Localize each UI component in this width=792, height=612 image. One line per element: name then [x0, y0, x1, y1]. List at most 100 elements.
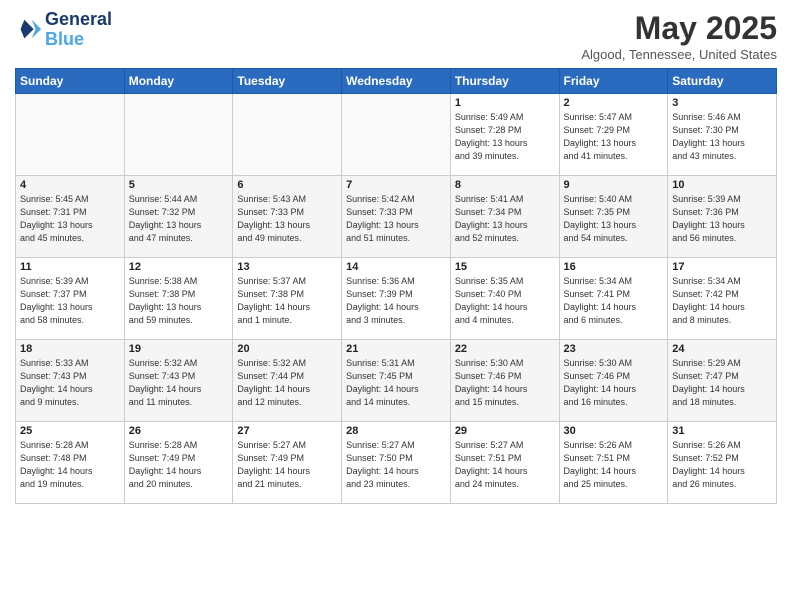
day-info: Sunrise: 5:28 AM Sunset: 7:49 PM Dayligh…	[129, 439, 229, 491]
calendar-day: 31 Sunrise: 5:26 AM Sunset: 7:52 PM Dayli…	[668, 422, 777, 504]
day-info: Sunrise: 5:29 AM Sunset: 7:47 PM Dayligh…	[672, 357, 772, 409]
weekday-header-sunday: Sunday	[16, 69, 125, 94]
day-number: 26	[129, 425, 229, 437]
day-info: Sunrise: 5:49 AM Sunset: 7:28 PM Dayligh…	[455, 111, 555, 163]
day-number: 6	[237, 179, 337, 191]
day-info: Sunrise: 5:37 AM Sunset: 7:38 PM Dayligh…	[237, 275, 337, 327]
day-number: 19	[129, 343, 229, 355]
day-number: 7	[346, 179, 446, 191]
calendar-day: 2 Sunrise: 5:47 AM Sunset: 7:29 PM Daylig…	[559, 94, 668, 176]
day-info: Sunrise: 5:32 AM Sunset: 7:44 PM Dayligh…	[237, 357, 337, 409]
calendar-day: 7 Sunrise: 5:42 AM Sunset: 7:33 PM Daylig…	[342, 176, 451, 258]
calendar-day: 28Sunrise: 5:27 AM Sunset: 7:50 PM Dayli…	[342, 422, 451, 504]
day-info: Sunrise: 5:32 AM Sunset: 7:43 PM Dayligh…	[129, 357, 229, 409]
day-number: 2	[564, 97, 664, 109]
day-info: Sunrise: 5:39 AM Sunset: 7:37 PM Dayligh…	[20, 275, 120, 327]
day-number: 1	[455, 97, 555, 109]
day-info: Sunrise: 5:47 AM Sunset: 7:29 PM Dayligh…	[564, 111, 664, 163]
day-number: 23	[564, 343, 664, 355]
day-info: Sunrise: 5:46 AM Sunset: 7:30 PM Dayligh…	[672, 111, 772, 163]
day-number: 27	[237, 425, 337, 437]
calendar-day: 18 Sunrise: 5:33 AM Sunset: 7:43 PM Dayli…	[16, 340, 125, 422]
day-number: 17	[672, 261, 772, 273]
calendar-week-row: 25 Sunrise: 5:28 AM Sunset: 7:48 PM Dayli…	[16, 422, 777, 504]
logo-line2: Blue	[45, 29, 84, 49]
weekday-header-tuesday: Tuesday	[233, 69, 342, 94]
calendar-day: 9 Sunrise: 5:40 AM Sunset: 7:35 PM Daylig…	[559, 176, 668, 258]
day-info: Sunrise: 5:26 AM Sunset: 7:51 PM Dayligh…	[564, 439, 664, 491]
calendar-day: 13 Sunrise: 5:37 AM Sunset: 7:38 PM Dayli…	[233, 258, 342, 340]
day-number: 18	[20, 343, 120, 355]
day-info: Sunrise: 5:38 AM Sunset: 7:38 PM Dayligh…	[129, 275, 229, 327]
calendar-day: 21 Sunrise: 5:31 AM Sunset: 7:45 PM Dayli…	[342, 340, 451, 422]
calendar-day	[233, 94, 342, 176]
calendar-day: 4 Sunrise: 5:45 AM Sunset: 7:31 PM Daylig…	[16, 176, 125, 258]
day-number: 25	[20, 425, 120, 437]
day-info: Sunrise: 5:26 AM Sunset: 7:52 PM Dayligh…	[672, 439, 772, 491]
day-number: 29	[455, 425, 555, 437]
calendar-day: 10Sunrise: 5:39 AM Sunset: 7:36 PM Dayli…	[668, 176, 777, 258]
calendar-day: 30 Sunrise: 5:26 AM Sunset: 7:51 PM Dayli…	[559, 422, 668, 504]
weekday-header-saturday: Saturday	[668, 69, 777, 94]
calendar-week-row: 1 Sunrise: 5:49 AM Sunset: 7:28 PM Daylig…	[16, 94, 777, 176]
calendar: SundayMondayTuesdayWednesdayThursdayFrid…	[15, 68, 777, 504]
calendar-day: 27Sunrise: 5:27 AM Sunset: 7:49 PM Dayli…	[233, 422, 342, 504]
day-info: Sunrise: 5:36 AM Sunset: 7:39 PM Dayligh…	[346, 275, 446, 327]
calendar-day: 3 Sunrise: 5:46 AM Sunset: 7:30 PM Daylig…	[668, 94, 777, 176]
calendar-day: 14Sunrise: 5:36 AM Sunset: 7:39 PM Dayli…	[342, 258, 451, 340]
day-number: 21	[346, 343, 446, 355]
logo-text: General Blue	[45, 10, 112, 50]
calendar-day: 1 Sunrise: 5:49 AM Sunset: 7:28 PM Daylig…	[450, 94, 559, 176]
day-number: 13	[237, 261, 337, 273]
calendar-day: 19 Sunrise: 5:32 AM Sunset: 7:43 PM Dayli…	[124, 340, 233, 422]
day-number: 11	[20, 261, 120, 273]
logo-icon	[15, 16, 43, 44]
day-number: 22	[455, 343, 555, 355]
calendar-day: 23 Sunrise: 5:30 AM Sunset: 7:46 PM Dayli…	[559, 340, 668, 422]
day-number: 16	[564, 261, 664, 273]
header: General Blue May 2025 Algood, Tennessee,…	[15, 10, 777, 62]
calendar-day: 22 Sunrise: 5:30 AM Sunset: 7:46 PM Dayli…	[450, 340, 559, 422]
month-title: May 2025	[581, 10, 777, 47]
day-info: Sunrise: 5:33 AM Sunset: 7:43 PM Dayligh…	[20, 357, 120, 409]
day-number: 3	[672, 97, 772, 109]
calendar-day: 25 Sunrise: 5:28 AM Sunset: 7:48 PM Dayli…	[16, 422, 125, 504]
calendar-day: 12Sunrise: 5:38 AM Sunset: 7:38 PM Dayli…	[124, 258, 233, 340]
day-number: 9	[564, 179, 664, 191]
page: General Blue May 2025 Algood, Tennessee,…	[0, 0, 792, 612]
day-info: Sunrise: 5:30 AM Sunset: 7:46 PM Dayligh…	[564, 357, 664, 409]
calendar-day	[342, 94, 451, 176]
calendar-day	[16, 94, 125, 176]
calendar-day: 15Sunrise: 5:35 AM Sunset: 7:40 PM Dayli…	[450, 258, 559, 340]
weekday-header-monday: Monday	[124, 69, 233, 94]
day-info: Sunrise: 5:35 AM Sunset: 7:40 PM Dayligh…	[455, 275, 555, 327]
day-info: Sunrise: 5:41 AM Sunset: 7:34 PM Dayligh…	[455, 193, 555, 245]
day-info: Sunrise: 5:27 AM Sunset: 7:51 PM Dayligh…	[455, 439, 555, 491]
location: Algood, Tennessee, United States	[581, 47, 777, 62]
calendar-day: 11 Sunrise: 5:39 AM Sunset: 7:37 PM Dayli…	[16, 258, 125, 340]
day-number: 4	[20, 179, 120, 191]
day-info: Sunrise: 5:42 AM Sunset: 7:33 PM Dayligh…	[346, 193, 446, 245]
calendar-week-row: 18 Sunrise: 5:33 AM Sunset: 7:43 PM Dayli…	[16, 340, 777, 422]
calendar-week-row: 4 Sunrise: 5:45 AM Sunset: 7:31 PM Daylig…	[16, 176, 777, 258]
calendar-day: 16 Sunrise: 5:34 AM Sunset: 7:41 PM Dayli…	[559, 258, 668, 340]
day-number: 31	[672, 425, 772, 437]
day-info: Sunrise: 5:28 AM Sunset: 7:48 PM Dayligh…	[20, 439, 120, 491]
day-number: 8	[455, 179, 555, 191]
day-info: Sunrise: 5:43 AM Sunset: 7:33 PM Dayligh…	[237, 193, 337, 245]
day-info: Sunrise: 5:45 AM Sunset: 7:31 PM Dayligh…	[20, 193, 120, 245]
day-info: Sunrise: 5:31 AM Sunset: 7:45 PM Dayligh…	[346, 357, 446, 409]
day-number: 30	[564, 425, 664, 437]
day-info: Sunrise: 5:40 AM Sunset: 7:35 PM Dayligh…	[564, 193, 664, 245]
weekday-header-row: SundayMondayTuesdayWednesdayThursdayFrid…	[16, 69, 777, 94]
calendar-day: 24Sunrise: 5:29 AM Sunset: 7:47 PM Dayli…	[668, 340, 777, 422]
day-info: Sunrise: 5:30 AM Sunset: 7:46 PM Dayligh…	[455, 357, 555, 409]
logo-line1: General	[45, 10, 112, 30]
calendar-day	[124, 94, 233, 176]
title-block: May 2025 Algood, Tennessee, United State…	[581, 10, 777, 62]
day-number: 28	[346, 425, 446, 437]
calendar-day: 6 Sunrise: 5:43 AM Sunset: 7:33 PM Daylig…	[233, 176, 342, 258]
day-info: Sunrise: 5:34 AM Sunset: 7:41 PM Dayligh…	[564, 275, 664, 327]
calendar-day: 8 Sunrise: 5:41 AM Sunset: 7:34 PM Daylig…	[450, 176, 559, 258]
calendar-day: 17Sunrise: 5:34 AM Sunset: 7:42 PM Dayli…	[668, 258, 777, 340]
